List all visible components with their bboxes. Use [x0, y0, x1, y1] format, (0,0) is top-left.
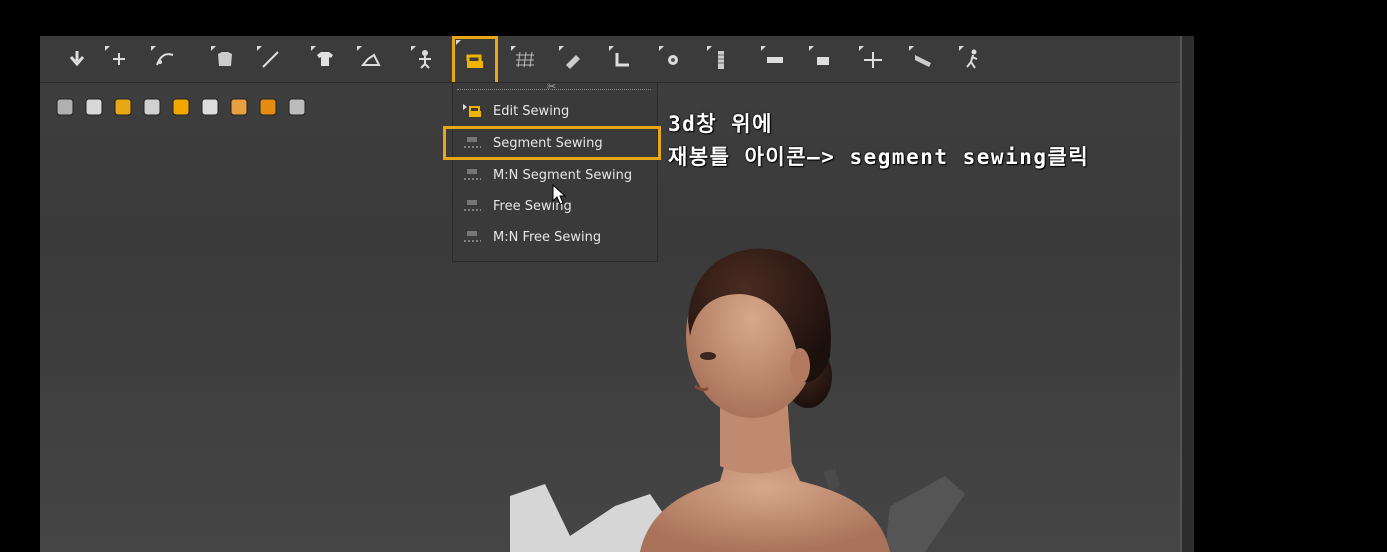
measure-tool-button[interactable] — [858, 45, 888, 73]
fold-icon[interactable] — [199, 96, 221, 118]
mn-segment-sewing-icon — [464, 169, 481, 180]
window-edge — [1180, 36, 1194, 552]
mouse-cursor — [552, 184, 567, 205]
sewing-machine-icon — [466, 54, 483, 68]
fabric-icon[interactable] — [54, 96, 76, 118]
paint-icon[interactable] — [170, 96, 192, 118]
down-arrow-icon — [69, 51, 85, 67]
tack-tool-button[interactable] — [608, 45, 638, 73]
segment-sewing-icon — [464, 137, 481, 148]
scissors-icon: ✂ — [547, 80, 557, 93]
main-toolbar — [40, 36, 1180, 86]
menu-item-label: Segment Sewing — [493, 135, 603, 151]
menu-item-label: Edit Sewing — [493, 103, 570, 119]
zipper-tool-button[interactable] — [706, 45, 736, 73]
texture-icon[interactable] — [112, 96, 134, 118]
garment-tool-button[interactable] — [210, 45, 240, 73]
menu-item-m-n-free-sewing[interactable]: M:N Free Sewing — [457, 223, 653, 251]
globe-icon[interactable] — [257, 96, 279, 118]
skin-icon[interactable] — [228, 96, 250, 118]
ruler-tool-button[interactable] — [908, 45, 938, 73]
menu-item-segment-sewing[interactable]: Segment Sewing — [443, 126, 661, 160]
walk-tool-button[interactable] — [958, 45, 988, 73]
mn-free-sewing-icon — [464, 231, 481, 242]
pattern-piece-left[interactable] — [510, 484, 665, 552]
down-arrow-tool-button[interactable] — [62, 45, 92, 73]
tape-tool-button[interactable] — [760, 45, 790, 73]
pin-tool-button[interactable] — [658, 45, 688, 73]
annotation-line-2: 재봉틀 아이콘—> segment sewing클릭 — [668, 145, 1090, 169]
add-point-tool-button[interactable] — [104, 45, 134, 73]
free-sewing-icon — [464, 200, 481, 211]
menu-item-label: M:N Free Sewing — [493, 229, 602, 245]
menu-item-label: M:N Segment Sewing — [493, 167, 633, 183]
menu-item-edit-sewing[interactable]: Edit Sewing — [457, 97, 653, 125]
brush-tool-button[interactable] — [558, 45, 588, 73]
fold-tool-button[interactable] — [356, 45, 386, 73]
shirt-icon[interactable] — [83, 96, 105, 118]
sewing-machine-tool-button[interactable] — [452, 36, 498, 86]
export-icon[interactable] — [286, 96, 308, 118]
avatar-icon[interactable] — [141, 96, 163, 118]
avatar-pose-tool-button[interactable] — [410, 45, 440, 73]
annotation-line-1: 3d창 위에 — [668, 112, 773, 136]
annotation-text: 3d창 위에 재봉틀 아이콘—> segment sewing클릭 — [668, 108, 1089, 174]
sewing-dropdown-menu: ✂ Edit Sewing Segment Sewing M:N Segment S… — [443, 80, 661, 262]
grid-tool-button[interactable] — [510, 45, 540, 73]
needle-tool-button[interactable] — [256, 45, 286, 73]
shirt-tool-button[interactable] — [310, 45, 340, 73]
pattern-piece-right[interactable] — [885, 476, 965, 552]
edit-sewing-icon — [463, 104, 481, 117]
button-tool-button[interactable] — [808, 45, 838, 73]
edit-curve-tool-button[interactable] — [150, 45, 180, 73]
